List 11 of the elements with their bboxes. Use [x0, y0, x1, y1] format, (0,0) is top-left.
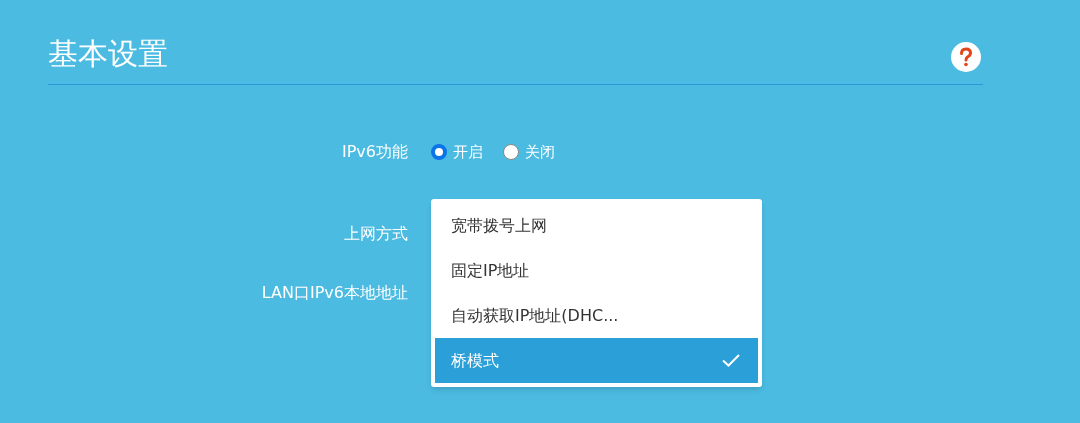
field-label: 上网方式: [343, 223, 408, 245]
field-label: IPv6功能: [341, 141, 408, 163]
section-title: 基本设置: [48, 35, 168, 73]
check-icon: [722, 354, 740, 367]
field-label: LAN口IPv6本地地址: [260, 282, 408, 304]
help-icon[interactable]: [951, 42, 981, 72]
dropdown-option[interactable]: 宽带拨号上网: [435, 203, 758, 248]
dropdown-option[interactable]: 固定IP地址: [435, 248, 758, 293]
radio-icon[interactable]: [503, 144, 519, 160]
radio-icon[interactable]: [431, 144, 447, 160]
dropdown-option[interactable]: 自动获取IP地址(DHC...: [435, 293, 758, 338]
